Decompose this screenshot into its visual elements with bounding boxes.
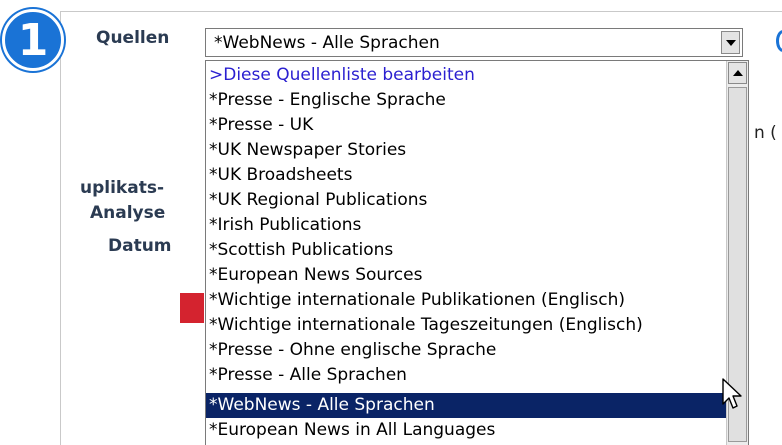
panel-border-top — [60, 11, 782, 12]
date-label: Datum — [108, 236, 172, 256]
list-item[interactable]: *UK Broadsheets — [206, 163, 726, 188]
list-item[interactable]: *Irish Publications — [206, 213, 726, 238]
list-item[interactable]: *European News Sources — [206, 263, 726, 288]
scroll-up-button[interactable] — [728, 62, 747, 84]
step-number-badge: 1 — [2, 9, 64, 71]
chevron-up-icon — [733, 70, 743, 76]
list-item-selected[interactable]: *WebNews - Alle Sprachen — [206, 393, 726, 418]
duplicate-analysis-label-line2: Analyse — [90, 203, 166, 223]
sources-select-value: *WebNews - Alle Sprachen — [214, 33, 440, 53]
list-item[interactable]: *Wichtige internationale Tageszeitungen … — [206, 313, 726, 338]
sources-label: Quellen — [96, 28, 170, 48]
list-item[interactable]: *European News in All Languages — [206, 418, 726, 443]
list-item[interactable]: *UK Newspaper Stories — [206, 138, 726, 163]
dropdown-toggle-button[interactable] — [721, 31, 740, 54]
panel-border-left — [60, 11, 61, 445]
list-item[interactable]: *Scottish Publications — [206, 238, 726, 263]
info-icon[interactable] — [776, 30, 782, 52]
duplicate-analysis-label-line1: uplikats- — [80, 178, 165, 198]
list-item[interactable]: *Presse - Ohne englische Sprache — [206, 338, 726, 363]
list-item[interactable]: *Wichtige internationale Publikationen (… — [206, 288, 726, 313]
list-item[interactable]: *UK Regional Publications — [206, 188, 726, 213]
list-item[interactable]: *Presse - Alle Sprachen — [206, 363, 726, 388]
mouse-pointer-icon — [722, 378, 742, 409]
list-item[interactable]: *Presse - UK — [206, 113, 726, 138]
sources-dropdown-list[interactable]: >Diese Quellenliste bearbeiten *Presse -… — [205, 60, 749, 445]
sources-select[interactable]: *WebNews - Alle Sprachen — [205, 28, 743, 57]
option-edit-source-list[interactable]: >Diese Quellenliste bearbeiten — [206, 63, 726, 88]
chevron-down-icon — [726, 40, 736, 46]
list-item[interactable]: *Presse - Englische Sprache — [206, 88, 726, 113]
search-button-partial[interactable] — [180, 293, 204, 323]
clipped-text-fragment: n ( — [754, 123, 777, 143]
